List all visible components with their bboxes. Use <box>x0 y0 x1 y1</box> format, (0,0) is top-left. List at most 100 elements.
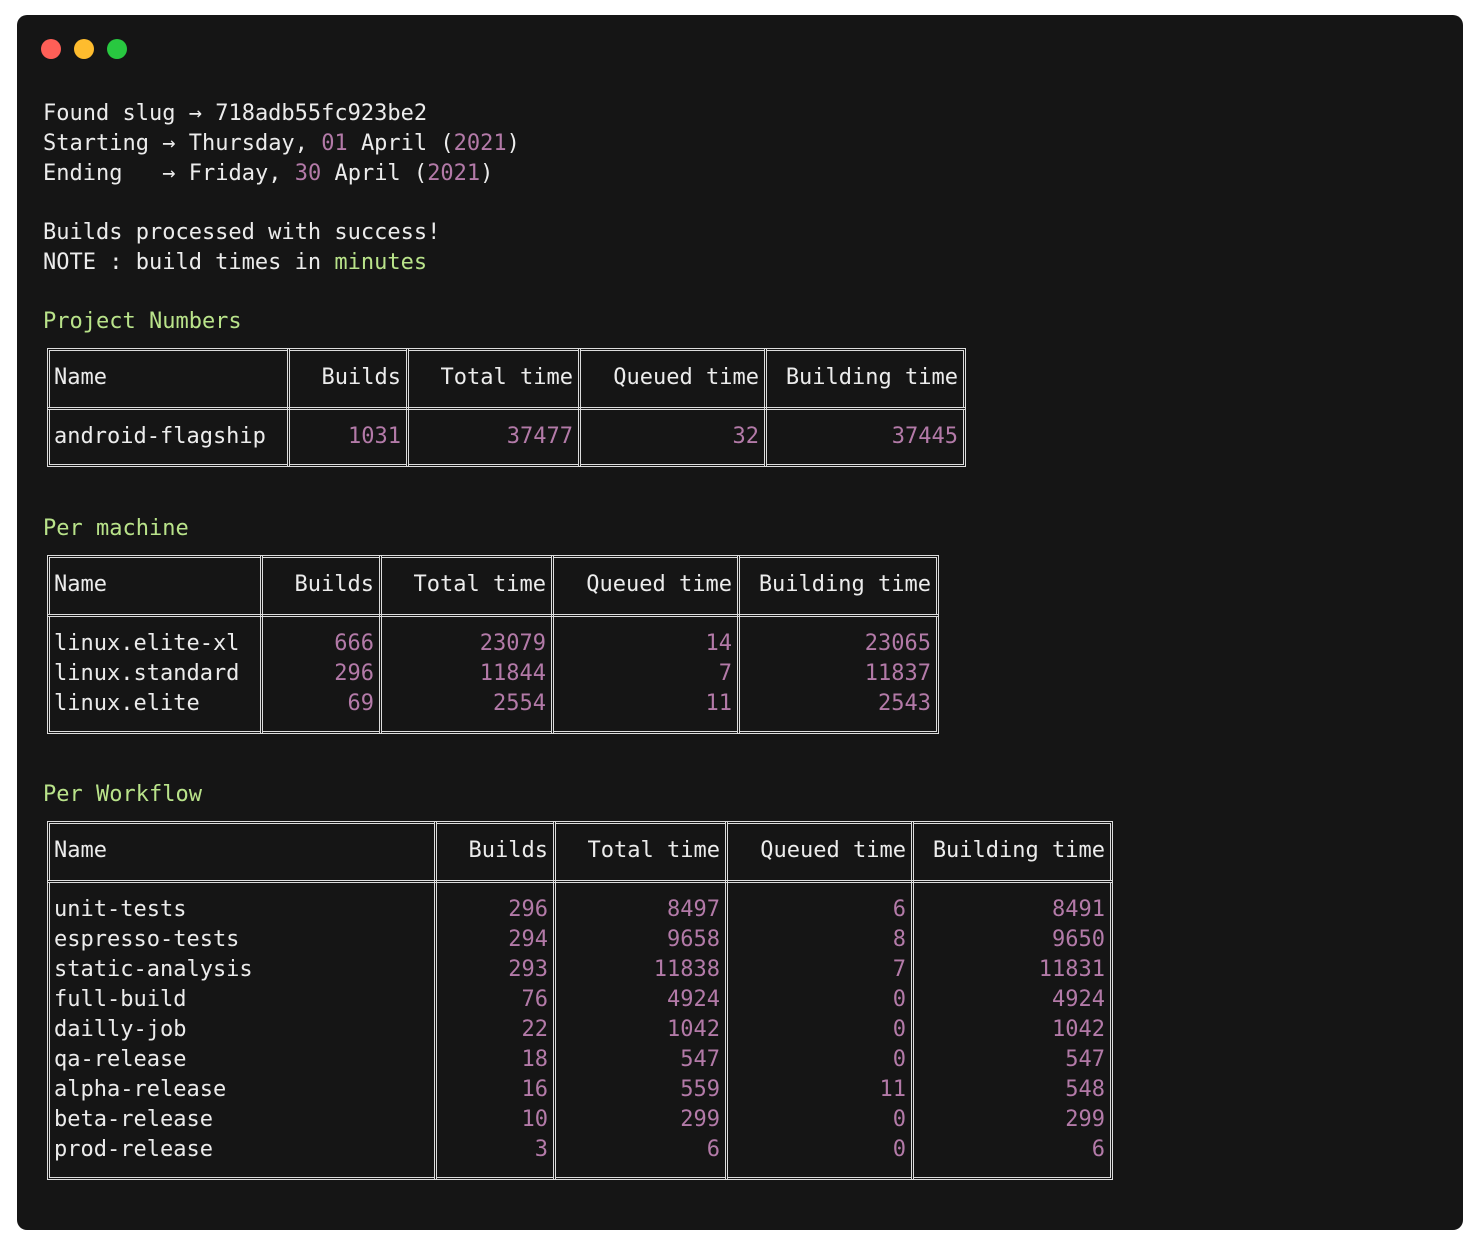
row-value-builds: 294 <box>508 927 548 952</box>
ending-label: Ending <box>43 161 123 186</box>
column-header-name: Name <box>54 365 107 390</box>
note-text: NOTE : build times in <box>43 250 322 275</box>
row-value-queued-time: 7 <box>718 661 732 686</box>
body-column-name: linux.elite-xl linux.standard linux.elite <box>47 614 263 734</box>
minimize-button[interactable] <box>74 39 94 59</box>
starting-label: Starting <box>43 131 149 156</box>
maximize-button[interactable] <box>107 39 127 59</box>
body-column-queued-time: 32 <box>578 407 767 467</box>
starting-line: Starting → Thursday, 01 April (2021) <box>43 131 520 156</box>
row-name: qa-release <box>54 1047 187 1072</box>
row-value-building-time: 37445 <box>891 424 958 449</box>
body-column-building-time: 23065 11837 2543 <box>737 614 939 734</box>
body-column-building-time: 8491 9650 11831 4924 1042 547 548 299 6 <box>911 880 1113 1180</box>
row-value-total-time: 11838 <box>653 957 720 982</box>
header-cell-builds: Builds <box>287 348 409 410</box>
header-cell-queued-time: Queued time <box>725 821 914 883</box>
row-value-builds: 18 <box>521 1047 549 1072</box>
column-header-queued-time: Queued time <box>586 572 732 597</box>
row-value-building-time: 4924 <box>1052 987 1105 1012</box>
row-name: linux.standard <box>54 661 240 686</box>
row-value-total-time: 23079 <box>479 631 546 656</box>
row-value-building-time: 9650 <box>1052 927 1105 952</box>
row-name: static-analysis <box>54 957 253 982</box>
row-value-builds: 69 <box>347 691 375 716</box>
row-value-building-time: 8491 <box>1052 897 1105 922</box>
row-name: full-build <box>54 987 187 1012</box>
row-value-total-time: 37477 <box>506 424 573 449</box>
ending-weekday: Friday, <box>188 161 282 186</box>
column-header-queued-time: Queued time <box>760 838 906 863</box>
row-value-building-time: 548 <box>1065 1077 1105 1102</box>
row-value-building-time: 11831 <box>1038 957 1105 982</box>
ending-month: April <box>334 161 401 186</box>
row-value-queued-time: 0 <box>892 987 906 1012</box>
row-value-queued-time: 8 <box>892 927 906 952</box>
note-unit: minutes <box>334 250 428 275</box>
close-button[interactable] <box>41 39 61 59</box>
header-cell-building-time: Building time <box>764 348 966 410</box>
row-value-building-time: 547 <box>1065 1047 1105 1072</box>
row-name: beta-release <box>54 1107 213 1132</box>
header-cell-name: Name <box>47 555 263 617</box>
row-value-total-time: 4924 <box>667 987 720 1012</box>
per-machine-table: Name linux.elite-xl linux.standard linux.el… <box>47 555 951 734</box>
success-message: Builds processed with success! <box>43 220 441 245</box>
column-header-total-time: Total time <box>440 365 573 390</box>
header-cell-name: Name <box>47 821 437 883</box>
header-cell-total-time: Total time <box>379 555 554 617</box>
body-column-builds: 1031 <box>287 407 409 467</box>
slug-value: 718adb55fc923be2 <box>215 101 428 126</box>
body-column-builds: 296 294 293 76 22 18 16 10 3 <box>434 880 556 1180</box>
row-value-building-time: 299 <box>1065 1107 1105 1132</box>
starting-weekday: Thursday, <box>188 131 308 156</box>
column-header-total-time: Total time <box>413 572 546 597</box>
row-name: android-flagship <box>54 424 266 449</box>
column-header-building-time: Building time <box>758 572 931 597</box>
header-cell-name: Name <box>47 348 290 410</box>
body-column-total-time: 8497 9658 11838 4924 1042 547 559 299 6 <box>553 880 728 1180</box>
starting-month: April <box>360 131 428 156</box>
found-slug-line: Found slug → 718adb55fc923be2 <box>43 99 427 129</box>
row-value-queued-time: 6 <box>892 897 906 922</box>
row-value-building-time: 23065 <box>864 631 931 656</box>
row-value-queued-time: 7 <box>892 957 906 982</box>
row-name: espresso-tests <box>54 927 240 952</box>
body-column-queued-time: 14 7 11 <box>551 614 740 734</box>
body-column-total-time: 37477 <box>406 407 581 467</box>
note-line: NOTE : build times in minutes <box>43 248 427 278</box>
row-value-queued-time: 11 <box>705 691 733 716</box>
body-column-total-time: 23079 11844 2554 <box>379 614 554 734</box>
ending-line: Ending → Friday, 30 April (2021) <box>43 161 494 186</box>
row-name: unit-tests <box>54 897 187 922</box>
header-cell-builds: Builds <box>434 821 556 883</box>
row-value-building-time: 11837 <box>864 661 931 686</box>
row-value-builds: 22 <box>521 1017 549 1042</box>
row-value-builds: 16 <box>521 1077 549 1102</box>
window-controls <box>41 39 127 59</box>
per-workflow-table: Name unit-tests espresso-tests static-analy… <box>47 821 1125 1180</box>
row-name: linux.elite <box>54 691 200 716</box>
found-slug-label: Found slug <box>43 101 176 126</box>
project-numbers-title: Project Numbers <box>43 309 242 334</box>
row-value-total-time: 6 <box>706 1137 720 1162</box>
header-cell-total-time: Total time <box>406 348 581 410</box>
ending-day: 30 <box>294 161 322 186</box>
row-value-builds: 296 <box>508 897 548 922</box>
row-value-total-time: 11844 <box>479 661 546 686</box>
row-value-total-time: 559 <box>680 1077 720 1102</box>
header-cell-building-time: Building time <box>911 821 1113 883</box>
row-value-total-time: 1042 <box>667 1017 720 1042</box>
row-value-total-time: 547 <box>680 1047 720 1072</box>
row-value-queued-time: 0 <box>892 1137 906 1162</box>
row-value-builds: 76 <box>521 987 549 1012</box>
body-column-name: unit-tests espresso-tests static-analysis f… <box>47 880 437 1180</box>
row-name: dailly-job <box>54 1017 187 1042</box>
row-name: linux.elite-xl <box>54 631 240 656</box>
project-numbers-table: Name android-flagship Builds 1031 Total time… <box>47 348 978 467</box>
column-header-name: Name <box>54 572 107 597</box>
header-cell-queued-time: Queued time <box>551 555 740 617</box>
header-cell-total-time: Total time <box>553 821 728 883</box>
row-value-queued-time: 0 <box>892 1047 906 1072</box>
row-value-queued-time: 11 <box>879 1077 907 1102</box>
